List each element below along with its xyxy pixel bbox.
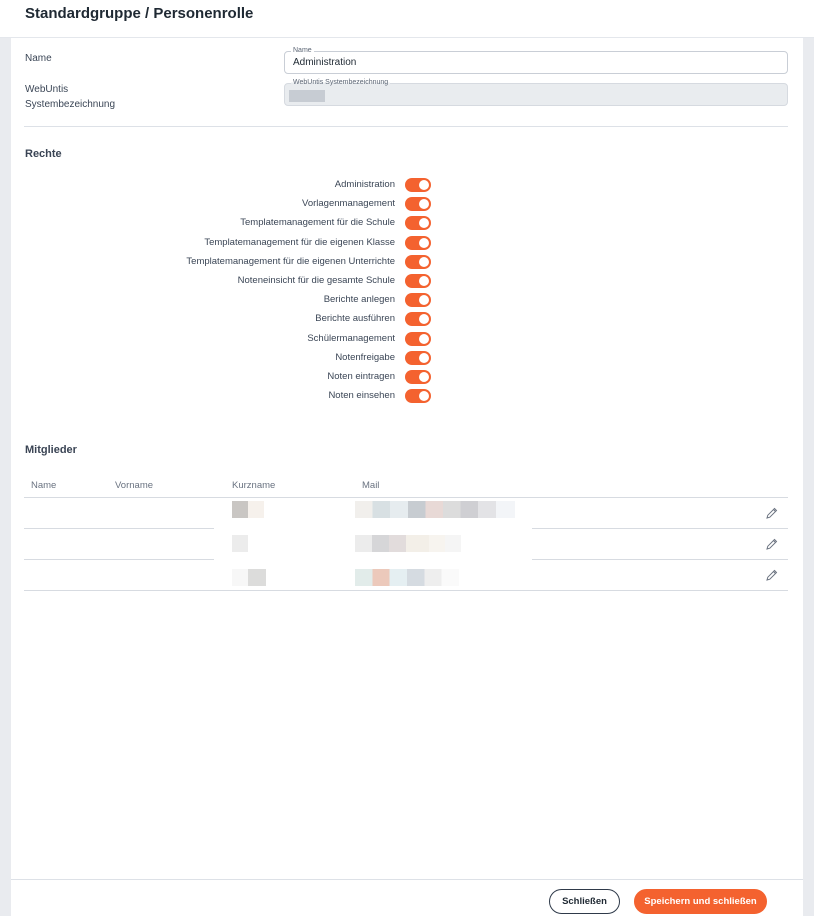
redacted-kurzname: [232, 569, 248, 586]
dialog-title: Standardgruppe / Personenrolle: [25, 5, 254, 22]
pencil-icon[interactable]: [765, 506, 779, 520]
permission-toggle[interactable]: [405, 389, 431, 404]
permission-row: Vorlagenmanagement: [11, 195, 803, 214]
permission-toggle[interactable]: [405, 254, 431, 269]
permission-label: Schülermanagement: [307, 332, 395, 344]
rights-title: Rechte: [25, 148, 62, 160]
redacted-mail: [355, 569, 459, 586]
column-name[interactable]: Name: [31, 480, 56, 491]
name-field[interactable]: Name Administration: [284, 46, 788, 74]
permission-label: Vorlagenmanagement: [302, 198, 395, 210]
permission-row: Templatemanagement für die eigenen Klass…: [11, 234, 803, 253]
toggle-knob: [419, 237, 429, 248]
toggle-knob: [419, 218, 429, 229]
permission-row: Noten eintragen: [11, 368, 803, 387]
webuntis-label: WebUntis Systembezeichnung: [25, 82, 115, 112]
permission-row: Schülermanagement: [11, 330, 803, 349]
column-vorname[interactable]: Vorname: [115, 480, 153, 491]
permission-toggle[interactable]: [405, 178, 431, 192]
redacted-kurzname: [248, 569, 266, 586]
permission-label: Templatemanagement für die Schule: [240, 217, 395, 229]
redacted-kurzname: [232, 535, 248, 552]
permission-label: Berichte ausführen: [315, 313, 395, 325]
dialog-body: Name Name Administration WebUntis System…: [11, 38, 803, 879]
permission-row: Templatemanagement für die eigenen Unter…: [11, 253, 803, 272]
permission-label: Berichte anlegen: [323, 294, 395, 306]
permission-row: Noten einsehen: [11, 387, 803, 406]
toggle-knob: [419, 352, 429, 363]
permission-row: Templatemanagement für die Schule: [11, 214, 803, 233]
webuntis-label-line2: Systembezeichnung: [25, 99, 116, 110]
pencil-icon[interactable]: [765, 568, 779, 582]
permission-row: Notenfreigabe: [11, 349, 803, 368]
column-kurzname[interactable]: Kurzname: [232, 480, 275, 491]
members-title: Mitglieder: [25, 444, 77, 456]
permission-row: Berichte anlegen: [11, 291, 803, 310]
dialog-header: Standardgruppe / Personenrolle: [0, 0, 814, 38]
permission-label: Noteneinsicht für die gesamte Schule: [237, 275, 395, 286]
permission-label: Noten einsehen: [328, 390, 395, 402]
redacted-kurzname: [232, 501, 248, 518]
webuntis-field-legend: WebUntis Systembezeichnung: [291, 78, 391, 87]
permission-row: Berichte ausführen: [11, 310, 803, 329]
permission-row: Noteneinsicht für die gesamte Schule: [11, 272, 803, 291]
permission-label: Notenfreigabe: [335, 351, 395, 363]
permission-label: Administration: [334, 179, 395, 190]
toggle-knob: [419, 333, 429, 344]
permission-toggle[interactable]: [405, 350, 431, 365]
permission-toggle[interactable]: [405, 274, 431, 288]
dialog-footer: Schließen Speichern und schließen: [11, 879, 803, 916]
toggle-knob: [419, 314, 429, 325]
permission-toggle[interactable]: [405, 293, 431, 308]
permission-toggle[interactable]: [405, 235, 431, 250]
permission-toggle[interactable]: [405, 312, 431, 327]
name-label: Name: [25, 53, 52, 64]
permission-row: Administration: [11, 176, 803, 195]
webuntis-field: WebUntis Systembezeichnung: [284, 78, 788, 106]
webuntis-label-line1: WebUntis: [25, 84, 69, 95]
redacted-kurzname: [248, 501, 264, 518]
toggle-knob: [419, 256, 429, 267]
toggle-knob: [419, 276, 429, 286]
permission-label: Noten eintragen: [327, 371, 395, 382]
row-divider: [24, 590, 788, 591]
table-row[interactable]: [24, 560, 788, 591]
permission-toggle[interactable]: [405, 197, 431, 212]
column-mail[interactable]: Mail: [362, 480, 379, 491]
redacted-mail: [355, 535, 461, 552]
table-row[interactable]: [24, 529, 788, 560]
toggle-knob: [419, 180, 429, 190]
permission-toggle[interactable]: [405, 370, 431, 384]
table-row[interactable]: [24, 498, 788, 529]
close-button[interactable]: Schließen: [549, 889, 620, 914]
name-field-value: Administration: [293, 57, 357, 68]
permission-label: Templatemanagement für die eigenen Unter…: [186, 255, 395, 267]
permission-toggle[interactable]: [405, 216, 431, 231]
toggle-knob: [419, 391, 429, 402]
toggle-knob: [419, 295, 429, 306]
save-and-close-button[interactable]: Speichern und schließen: [634, 889, 767, 914]
permission-label: Templatemanagement für die eigenen Klass…: [204, 236, 395, 248]
toggle-knob: [419, 199, 429, 210]
webuntis-redacted-value: [289, 90, 325, 102]
pencil-icon[interactable]: [765, 537, 779, 551]
name-field-legend: Name: [291, 46, 314, 55]
toggle-knob: [419, 372, 429, 382]
redacted-mail: [355, 501, 515, 518]
permission-toggle[interactable]: [405, 331, 431, 346]
form-divider: [24, 126, 788, 127]
